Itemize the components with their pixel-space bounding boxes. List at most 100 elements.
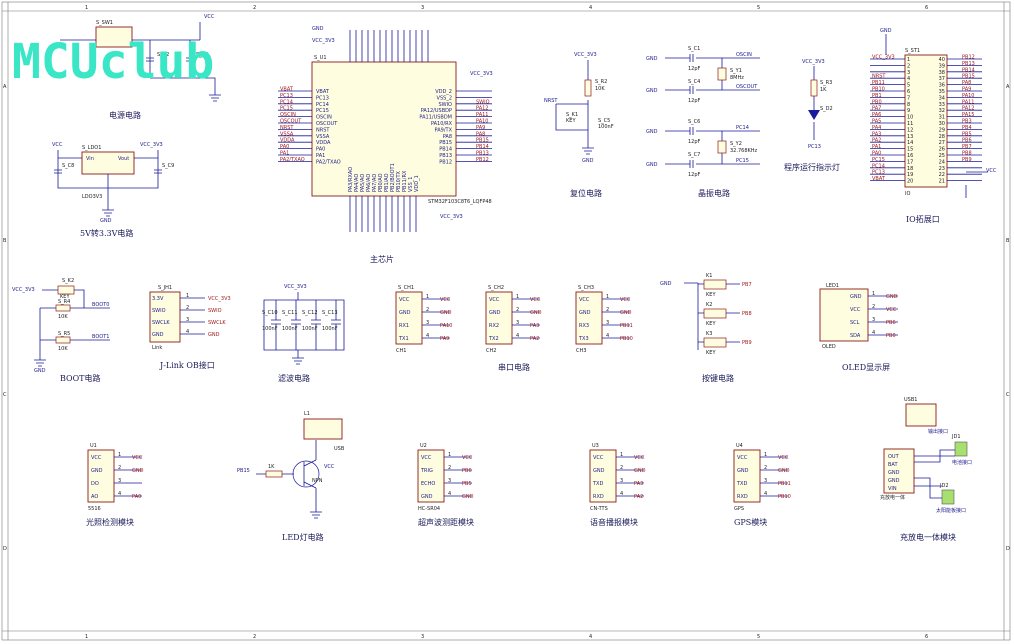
ultra-net-GND: GND (462, 494, 474, 500)
voice-net-PA3: PA3 (634, 481, 643, 487)
frame-col-bottom-2: 2 (253, 634, 256, 640)
io-right-net-PA12: PA12 (962, 106, 974, 112)
mcu-vcc-right: VCC_3V3 (470, 71, 493, 77)
io-right-net-PB8: PB8 (962, 151, 972, 157)
crystal-c2: S_C4 (688, 79, 700, 85)
jlink-pin-num: 2 (186, 305, 189, 311)
frame-row-C: C (3, 392, 7, 398)
io-left-pin-num: 1 (907, 57, 910, 63)
serial-2-net-GND: GND (530, 310, 542, 316)
mcu-right-net-PB14: PB14 (476, 144, 489, 150)
ledlamp-net: PB15 (237, 468, 250, 474)
oled-module: LED1 OLED GND 1 GND VCC 2 VCC SCL 3 PB6 SDA 4 PB0 O… (819, 283, 898, 372)
mcu-title: 主芯片 (370, 254, 394, 264)
oled-pin-SCL: SCL (850, 320, 860, 326)
light-net-GND: GND (132, 468, 144, 474)
jlink-pin-num: 3 (186, 317, 189, 323)
io-left-pin-num: 4 (907, 76, 910, 82)
jlink-pin-GND: GND (152, 332, 164, 338)
voice-pin-num: 1 (620, 452, 623, 458)
charge-jd2 (941, 489, 955, 505)
runled-title: 程序运行指示灯 (784, 162, 840, 172)
frame-col-bottom-6: 6 (925, 634, 928, 640)
reset-nrst: NRST (544, 98, 558, 104)
mcu-right-net-PB12: PB12 (476, 157, 489, 163)
serial-2-label: CH2 (486, 348, 496, 354)
frame-row-right-C: C (1006, 392, 1010, 398)
ldo-part: LDO3V3 (82, 194, 102, 200)
key-net-PB9: PB9 (742, 340, 752, 346)
crystal-net-pc15: PC15 (736, 158, 749, 164)
boot-net0: BOOT0 (92, 302, 109, 308)
mcu-right-pin-PB14: PB14 (439, 147, 452, 153)
io-left-net-PC15: PC15 (872, 157, 885, 163)
gps-pin-num: 3 (764, 478, 767, 484)
io-left-net-PB11: PB11 (872, 80, 885, 86)
io-left-pin-num: 14 (907, 140, 913, 146)
frame-col-bottom-1: 1 (85, 634, 88, 640)
jlink-pin-SWCLK: SWCLK (152, 320, 170, 326)
mcu-right-pin-PA12/USBDP: PA12/USBDP (421, 108, 452, 114)
light-net-VCC: VCC (132, 455, 143, 461)
jlink-pin-SWIO: SWIO (152, 308, 166, 314)
mcu-left-net-VDDA: VDDA (280, 138, 295, 144)
serial-2-pin-num: 4 (516, 333, 519, 339)
io-right-pin-num: 26 (939, 147, 945, 153)
reset-vcc: VCC_3V3 (574, 52, 597, 58)
frame-row-right-A: A (1006, 84, 1010, 90)
io-right-pin-num: 38 (939, 70, 945, 76)
voice-pin-RXD: RXD (593, 494, 604, 500)
mcu-left-pin-OSCOUT: OSCOUT (316, 121, 338, 127)
mcu-left-net-PC14: PC14 (280, 99, 293, 105)
ultra-pin-num: 2 (448, 465, 451, 471)
light-net-PA0: PA0 (132, 494, 141, 500)
serial-3-pin-GND: GND (579, 310, 591, 316)
io-left-net-PA4: PA4 (872, 125, 881, 131)
gps-label: GPS (734, 506, 744, 512)
crystal-y1 (717, 67, 727, 81)
jlink-ref: S_JH1 (158, 285, 172, 291)
oled-title: OLED显示屏 (842, 363, 890, 372)
boot-r4 (55, 304, 71, 312)
voice-pin-GND: GND (593, 468, 605, 474)
mcu-left-net-PC15: PC15 (280, 106, 293, 112)
key-switch[interactable] (703, 308, 727, 319)
serial-3-net-PB10: PB10 (620, 336, 633, 342)
charge-pin-GND: GND (888, 478, 900, 484)
key-switch[interactable] (703, 279, 727, 290)
io-left-pin-num: 10 (907, 115, 913, 121)
io-left-pin-num: 8 (907, 102, 910, 108)
ultra-pin-ECHO: ECHO (421, 481, 435, 487)
mcu-right-net-PB13: PB13 (476, 151, 489, 157)
filter-vcc: VCC_3V3 (284, 284, 307, 290)
crystal-gnd-4: GND (646, 162, 658, 168)
io-right-net-PB15: PB15 (962, 74, 975, 80)
serial-1-pin-num: 2 (426, 307, 429, 313)
gps-module: GPS模块 U4 GPS VCC 1 VCC GND 2 GND TXD 3 PB11 RXD 4 PB1… (733, 443, 791, 527)
io-left-pin-num: 11 (907, 121, 913, 127)
io-left-net-PB10: PB10 (872, 87, 885, 93)
oled-pin-num: 3 (872, 317, 875, 323)
serial-2-pin-VCC: VCC (489, 297, 500, 303)
charge-ref: 充放电一体 (880, 494, 905, 501)
crystal-gnd-1: GND (646, 56, 658, 62)
io-right-net-PB6: PB6 (962, 138, 972, 144)
serial-1-pin-TX1: TX1 (398, 336, 409, 342)
serial-3-pin-VCC: VCC (579, 297, 590, 303)
io-left-net-PA3: PA3 (872, 131, 881, 137)
boot-circuit: VCC_3V3 S_K2 KEY S_R4 10K S_R5 10K BOOT0… (12, 278, 110, 383)
voice-net-PA2: PA2 (634, 494, 643, 500)
frame-row-right-B: B (1006, 238, 1010, 244)
serial-1-pin-VCC: VCC (399, 297, 410, 303)
serial-1-ref: S_CH1 (398, 285, 414, 291)
jlink-title: J-Link OB接口 (159, 360, 215, 370)
key-switch[interactable] (703, 337, 727, 348)
io-right-net-PB13: PB13 (962, 61, 975, 67)
serial-2-pin-num: 1 (516, 294, 519, 300)
ultra-net-PB5: PB5 (462, 481, 472, 487)
key-ref-K1: K1 (706, 273, 712, 279)
ultra-pin-num: 3 (448, 478, 451, 484)
power-title: 电源电路 (109, 110, 141, 120)
ledlamp-ref: L1 (304, 411, 310, 417)
mcu-top-pins (349, 30, 429, 62)
